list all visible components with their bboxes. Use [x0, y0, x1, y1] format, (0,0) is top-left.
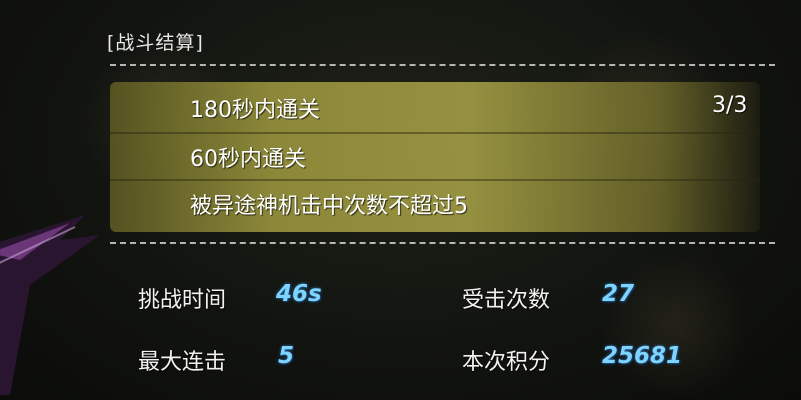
- battle-result-title: [战斗结算]: [107, 32, 204, 54]
- challenge-time-value: 46s: [276, 281, 322, 307]
- hits-taken-label: 受击次数: [462, 288, 551, 313]
- condition-row: 60秒内通关: [110, 132, 760, 179]
- max-combo-label: 最大连击: [138, 350, 227, 375]
- conditions-progress: 3/3: [712, 93, 748, 118]
- bottom-divider: [110, 242, 775, 244]
- condition-text: 180秒内通关: [190, 97, 320, 123]
- max-combo-value: 5: [278, 343, 295, 369]
- weapon-silhouette: [0, 215, 100, 395]
- hits-taken-value: 27: [602, 281, 635, 307]
- background-ornament: [600, 250, 750, 400]
- score-value: 25681: [602, 343, 683, 369]
- condition-row: 180秒内通关: [110, 85, 760, 130]
- top-divider: [110, 64, 775, 66]
- challenge-time-label: 挑战时间: [138, 288, 227, 313]
- clear-conditions-panel: 180秒内通关 60秒内通关 被异途神机击中次数不超过5: [110, 82, 760, 232]
- condition-text: 被异途神机击中次数不超过5: [190, 193, 468, 219]
- condition-row: 被异途神机击中次数不超过5: [110, 179, 760, 226]
- score-label: 本次积分: [462, 350, 551, 375]
- condition-text: 60秒内通关: [190, 146, 306, 172]
